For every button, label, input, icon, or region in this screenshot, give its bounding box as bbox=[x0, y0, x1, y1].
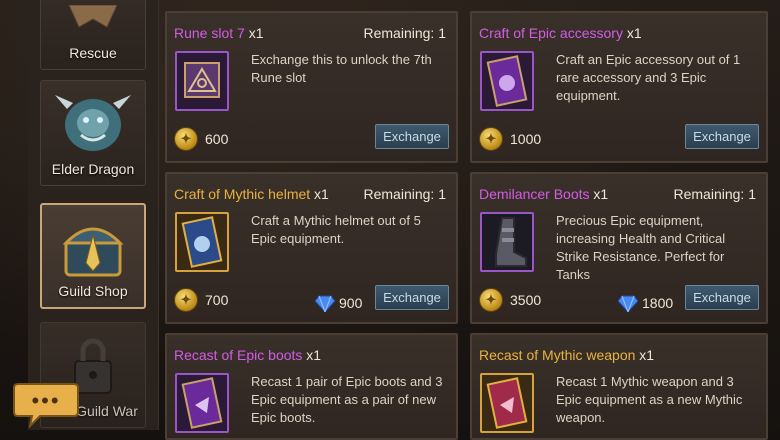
item-description: Precious Epic equipment, increasing Heal… bbox=[556, 213, 726, 282]
exchange-button[interactable]: Exchange bbox=[375, 124, 449, 149]
rescue-banner-icon bbox=[68, 5, 118, 28]
shop-item-card: Recast of Epic boots x1 Recast 1 pair of… bbox=[165, 333, 458, 440]
gem-cost: 1800 bbox=[618, 294, 673, 312]
remaining-count: Remaining: 1 bbox=[363, 25, 447, 41]
sidebar-item-label: Rescue bbox=[69, 45, 117, 61]
item-description: Recast 1 Mythic weapon and 3 Epic equipm… bbox=[556, 374, 743, 425]
gem-cost: 900 bbox=[315, 294, 362, 312]
item-title: Recast of Mythic weapon x1 bbox=[479, 347, 655, 363]
mythic-scroll-icon bbox=[175, 212, 229, 272]
guild-coin-icon: ✦ bbox=[174, 127, 198, 151]
sidebar-item-rescue[interactable]: Rescue bbox=[40, 0, 146, 70]
epic-scroll-icon bbox=[480, 51, 534, 111]
item-description: Craft a Mythic helmet out of 5 Epic equi… bbox=[251, 213, 421, 246]
treasure-chest-icon bbox=[62, 227, 124, 277]
item-description: Recast 1 pair of Epic boots and 3 Epic e… bbox=[251, 374, 443, 425]
shop-item-card: Craft of Epic accessory x1 Craft an Epic… bbox=[470, 11, 768, 163]
remaining-count: Remaining: 1 bbox=[363, 186, 447, 202]
item-title: Craft of Mythic helmet x1 bbox=[174, 186, 329, 202]
item-title: Demilancer Boots x1 bbox=[479, 186, 609, 202]
coin-cost: ✦ 600 bbox=[174, 127, 228, 151]
item-description: Exchange this to unlock the 7th Rune slo… bbox=[251, 52, 432, 85]
gem-icon bbox=[618, 295, 638, 312]
shop-item-card: Craft of Mythic helmet x1 Remaining: 1 C… bbox=[165, 172, 458, 324]
coin-cost: ✦ 700 bbox=[174, 288, 228, 312]
sidebar-item-elder-dragon[interactable]: Elder Dragon bbox=[40, 80, 146, 186]
item-description: Craft an Epic accessory out of 1 rare ac… bbox=[556, 52, 741, 103]
shop-item-card: Demilancer Boots x1 Remaining: 1 Preciou… bbox=[470, 172, 768, 324]
chat-button[interactable]: ••• bbox=[10, 382, 82, 430]
exchange-button[interactable]: Exchange bbox=[375, 285, 449, 310]
remaining-count: Remaining: 1 bbox=[673, 186, 757, 202]
item-title: Rune slot 7 x1 bbox=[174, 25, 264, 41]
boots-icon bbox=[480, 212, 534, 272]
mythic-recast-scroll-icon bbox=[480, 373, 534, 433]
item-title: Craft of Epic accessory x1 bbox=[479, 25, 642, 41]
shop-sidebar: Rescue Elder Dragon Guild Shop Guild War bbox=[28, 0, 159, 430]
shop-item-card: Rune slot 7 x1 Remaining: 1 Exchange thi… bbox=[165, 11, 458, 163]
exchange-button[interactable]: Exchange bbox=[685, 285, 759, 310]
sidebar-item-label: Elder Dragon bbox=[51, 161, 135, 177]
item-title: Recast of Epic boots x1 bbox=[174, 347, 322, 363]
guild-coin-icon: ✦ bbox=[479, 127, 503, 151]
sidebar-item-guild-shop[interactable]: Guild Shop bbox=[40, 203, 146, 309]
sidebar-item-label: Guild Shop bbox=[58, 283, 128, 299]
coin-cost: ✦ 3500 bbox=[479, 288, 541, 312]
guild-coin-icon: ✦ bbox=[174, 288, 198, 312]
chat-dots: ••• bbox=[31, 388, 61, 413]
rune-slot-icon bbox=[175, 51, 229, 111]
gem-icon bbox=[315, 295, 335, 312]
epic-recast-scroll-icon bbox=[175, 373, 229, 433]
shop-item-card: Recast of Mythic weapon x1 Recast 1 Myth… bbox=[470, 333, 768, 440]
coin-cost: ✦ 1000 bbox=[479, 127, 541, 151]
guild-coin-icon: ✦ bbox=[479, 288, 503, 312]
dragon-icon bbox=[55, 95, 131, 151]
exchange-button[interactable]: Exchange bbox=[685, 124, 759, 149]
